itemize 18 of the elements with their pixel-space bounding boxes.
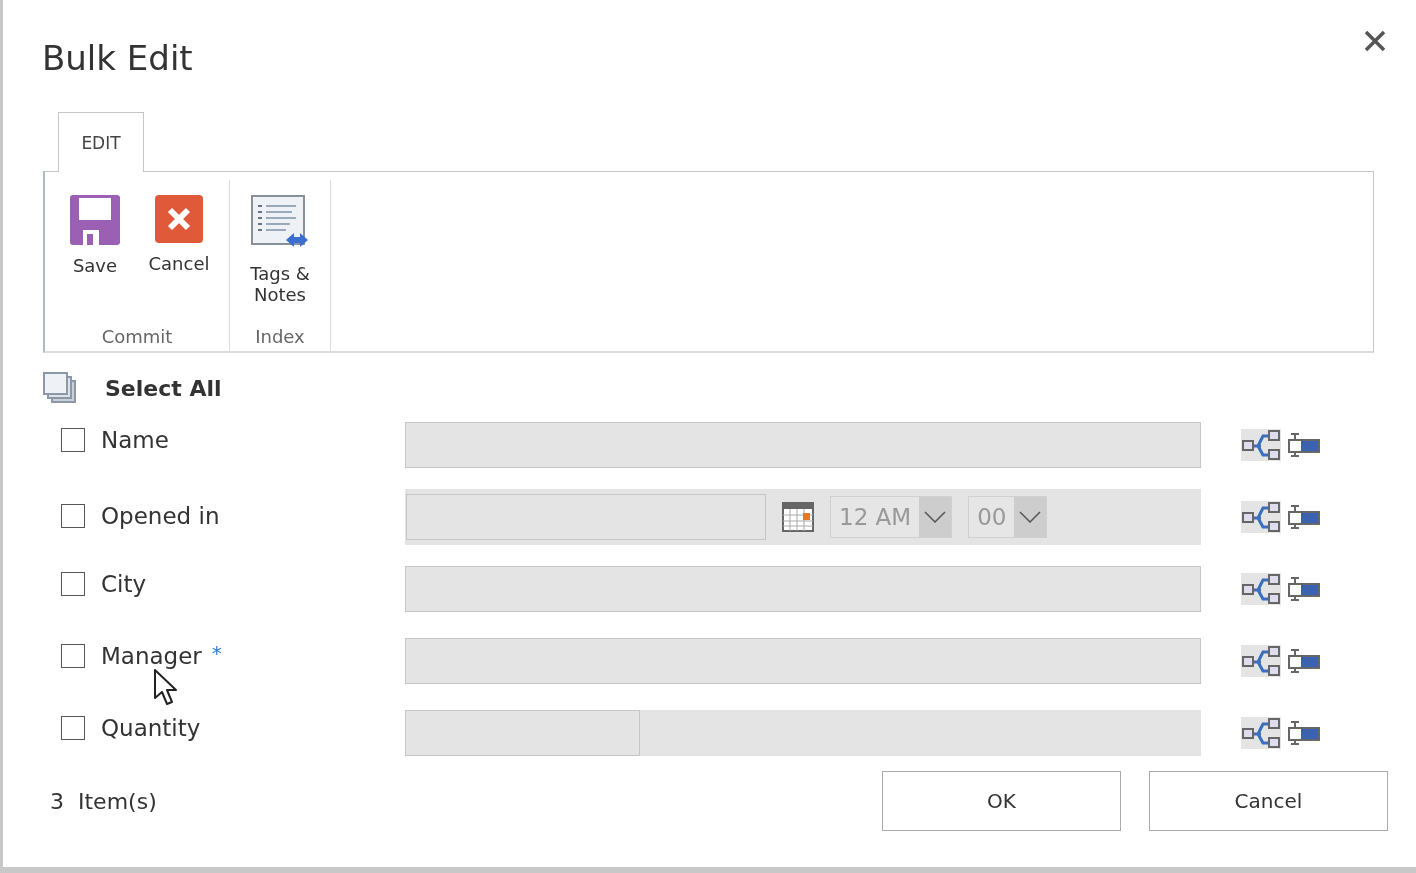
- field-label: Manager: [101, 643, 202, 669]
- ribbon-tab[interactable]: EDIT: [58, 112, 144, 172]
- field-label: City: [101, 571, 147, 597]
- ribbon-group-label: Index: [254, 326, 306, 349]
- dialog-title: Bulk Edit: [42, 38, 193, 78]
- ribbon-button[interactable]: Cancel: [139, 186, 219, 283]
- ribbon-group-label: Commit: [100, 326, 174, 349]
- field-label: Opened in: [101, 503, 220, 529]
- ribbon-button[interactable]: Save: [55, 186, 135, 285]
- item-count-label: Item(s): [78, 788, 158, 814]
- field-label: Quantity: [101, 715, 201, 741]
- item-count: 3: [50, 788, 64, 814]
- field-label: Name: [101, 427, 169, 453]
- ribbon-button[interactable]: Tags & Notes: [240, 186, 320, 314]
- dialog-button[interactable]: OK: [882, 771, 1121, 831]
- select-all-label: Select All: [105, 375, 222, 401]
- dialog-button[interactable]: Cancel: [1149, 771, 1388, 831]
- required-mark: *: [211, 641, 222, 665]
